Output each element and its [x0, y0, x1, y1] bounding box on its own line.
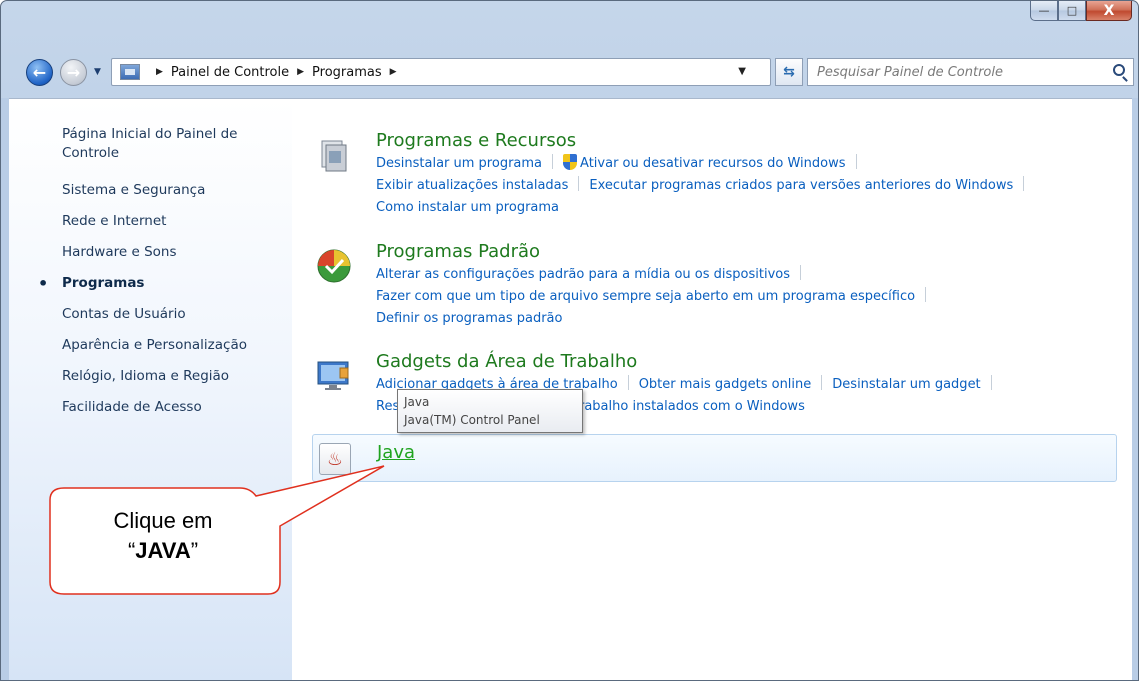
sidebar-item-user-accounts[interactable]: Contas de Usuário — [62, 305, 272, 324]
programs-features-icon — [321, 140, 347, 172]
sidebar-item-network-internet[interactable]: Rede e Internet — [62, 212, 272, 231]
forward-button[interactable]: → — [60, 59, 87, 86]
maximize-button[interactable]: □ — [1058, 1, 1086, 21]
back-arrow-icon: ← — [32, 63, 47, 82]
installed-updates-link[interactable]: Exibir atualizações instaladas — [376, 178, 568, 193]
get-gadgets-online-link[interactable]: Obter mais gadgets online — [639, 377, 812, 392]
breadcrumb-painel-de-controle[interactable]: Painel de Controle — [171, 65, 289, 80]
tooltip-title: Java — [404, 395, 430, 409]
callout-line2: “JAVA” — [48, 536, 278, 566]
desktop-gadgets-icon — [317, 361, 349, 390]
link-divider — [578, 176, 580, 191]
link-divider — [627, 375, 629, 390]
window-left-border — [1, 98, 9, 680]
title-bar[interactable]: — □ X — [1, 1, 1138, 45]
section-title[interactable]: Programas e Recursos — [376, 129, 1136, 153]
sidebar-item-appearance[interactable]: Aparência e Personalização — [62, 336, 272, 355]
quote-close: ” — [190, 538, 199, 563]
callout-text: Clique em “JAVA” — [48, 506, 278, 566]
minimize-icon: — — [1038, 4, 1050, 17]
java-cup-icon: ♨ — [319, 443, 351, 475]
sidebar-item-home[interactable]: Página Inicial do Painel de Controle — [62, 125, 272, 163]
section-title[interactable]: Programas Padrão — [376, 240, 1136, 264]
uac-shield-icon — [563, 154, 578, 170]
link-divider — [855, 154, 857, 169]
search-input[interactable] — [817, 64, 1097, 80]
address-bar[interactable]: ▶ Painel de Controle ▶ Programas ▶ ▼ — [111, 58, 771, 86]
sidebar: Página Inicial do Painel de Controle Sis… — [9, 99, 292, 680]
sidebar-item-system-security[interactable]: Sistema e Segurança — [62, 181, 272, 200]
breadcrumb-programas[interactable]: Programas — [312, 65, 382, 80]
search-icon[interactable] — [1113, 64, 1125, 76]
uninstall-gadget-link[interactable]: Desinstalar um gadget — [832, 377, 980, 392]
windows-features-link[interactable]: Ativar ou desativar recursos do Windows — [580, 156, 845, 171]
uninstall-program-link[interactable]: Desinstalar um programa — [376, 156, 542, 171]
caption-buttons: — □ X — [1030, 1, 1132, 23]
java-link[interactable]: Java — [377, 442, 415, 463]
sidebar-item-hardware-sound[interactable]: Hardware e Sons — [62, 243, 272, 262]
breadcrumb-arrow-icon[interactable]: ▶ — [156, 67, 163, 77]
link-divider — [990, 375, 992, 390]
how-to-install-link[interactable]: Como instalar um programa — [376, 200, 559, 215]
control-panel-window: — □ X ← → ▼ ▶ Painel de Controle ▶ Progr… — [0, 0, 1139, 681]
callout-line1: Clique em — [113, 508, 213, 533]
refresh-button[interactable]: ⇆ — [775, 58, 803, 86]
section-title[interactable]: Gadgets da Área de Trabalho — [376, 350, 1136, 374]
search-box[interactable] — [807, 58, 1134, 86]
default-programs-icon — [317, 249, 351, 283]
file-type-association-link[interactable]: Fazer com que um tipo de arquivo sempre … — [376, 289, 915, 304]
back-button[interactable]: ← — [26, 59, 53, 86]
link-divider — [800, 265, 802, 280]
recent-pages-dropdown-icon[interactable]: ▼ — [94, 67, 101, 77]
sidebar-item-programs[interactable]: Programas — [38, 274, 272, 293]
maximize-icon: □ — [1066, 4, 1078, 17]
compatibility-link[interactable]: Executar programas criados para versões … — [589, 178, 1013, 193]
refresh-icon: ⇆ — [783, 64, 795, 80]
set-default-programs-link[interactable]: Definir os programas padrão — [376, 311, 562, 326]
control-panel-icon — [120, 64, 140, 80]
sidebar-item-clock-language-region[interactable]: Relógio, Idioma e Região — [62, 367, 272, 386]
forward-arrow-icon: → — [66, 63, 81, 82]
minimize-button[interactable]: — — [1030, 1, 1058, 21]
tooltip-description: Java(TM) Control Panel — [404, 413, 540, 427]
java-tooltip: Java Java(TM) Control Panel — [397, 389, 583, 433]
link-divider — [821, 375, 823, 390]
breadcrumb-arrow-icon[interactable]: ▶ — [390, 67, 397, 77]
address-dropdown-icon[interactable]: ▼ — [738, 66, 746, 77]
close-icon: X — [1103, 2, 1115, 19]
sidebar-item-ease-of-access[interactable]: Facilidade de Acesso — [62, 398, 272, 417]
java-item[interactable]: ♨ Java — [312, 434, 1117, 482]
breadcrumb-arrow-icon[interactable]: ▶ — [297, 67, 304, 77]
navigation-bar: ← → ▼ ▶ Painel de Controle ▶ Programas ▶… — [1, 53, 1138, 89]
callout-bold-java: JAVA — [135, 538, 191, 563]
media-defaults-link[interactable]: Alterar as configurações padrão para a m… — [376, 267, 790, 282]
close-button[interactable]: X — [1086, 1, 1132, 21]
link-divider — [552, 154, 554, 169]
link-divider — [925, 287, 927, 302]
link-divider — [1023, 176, 1025, 191]
